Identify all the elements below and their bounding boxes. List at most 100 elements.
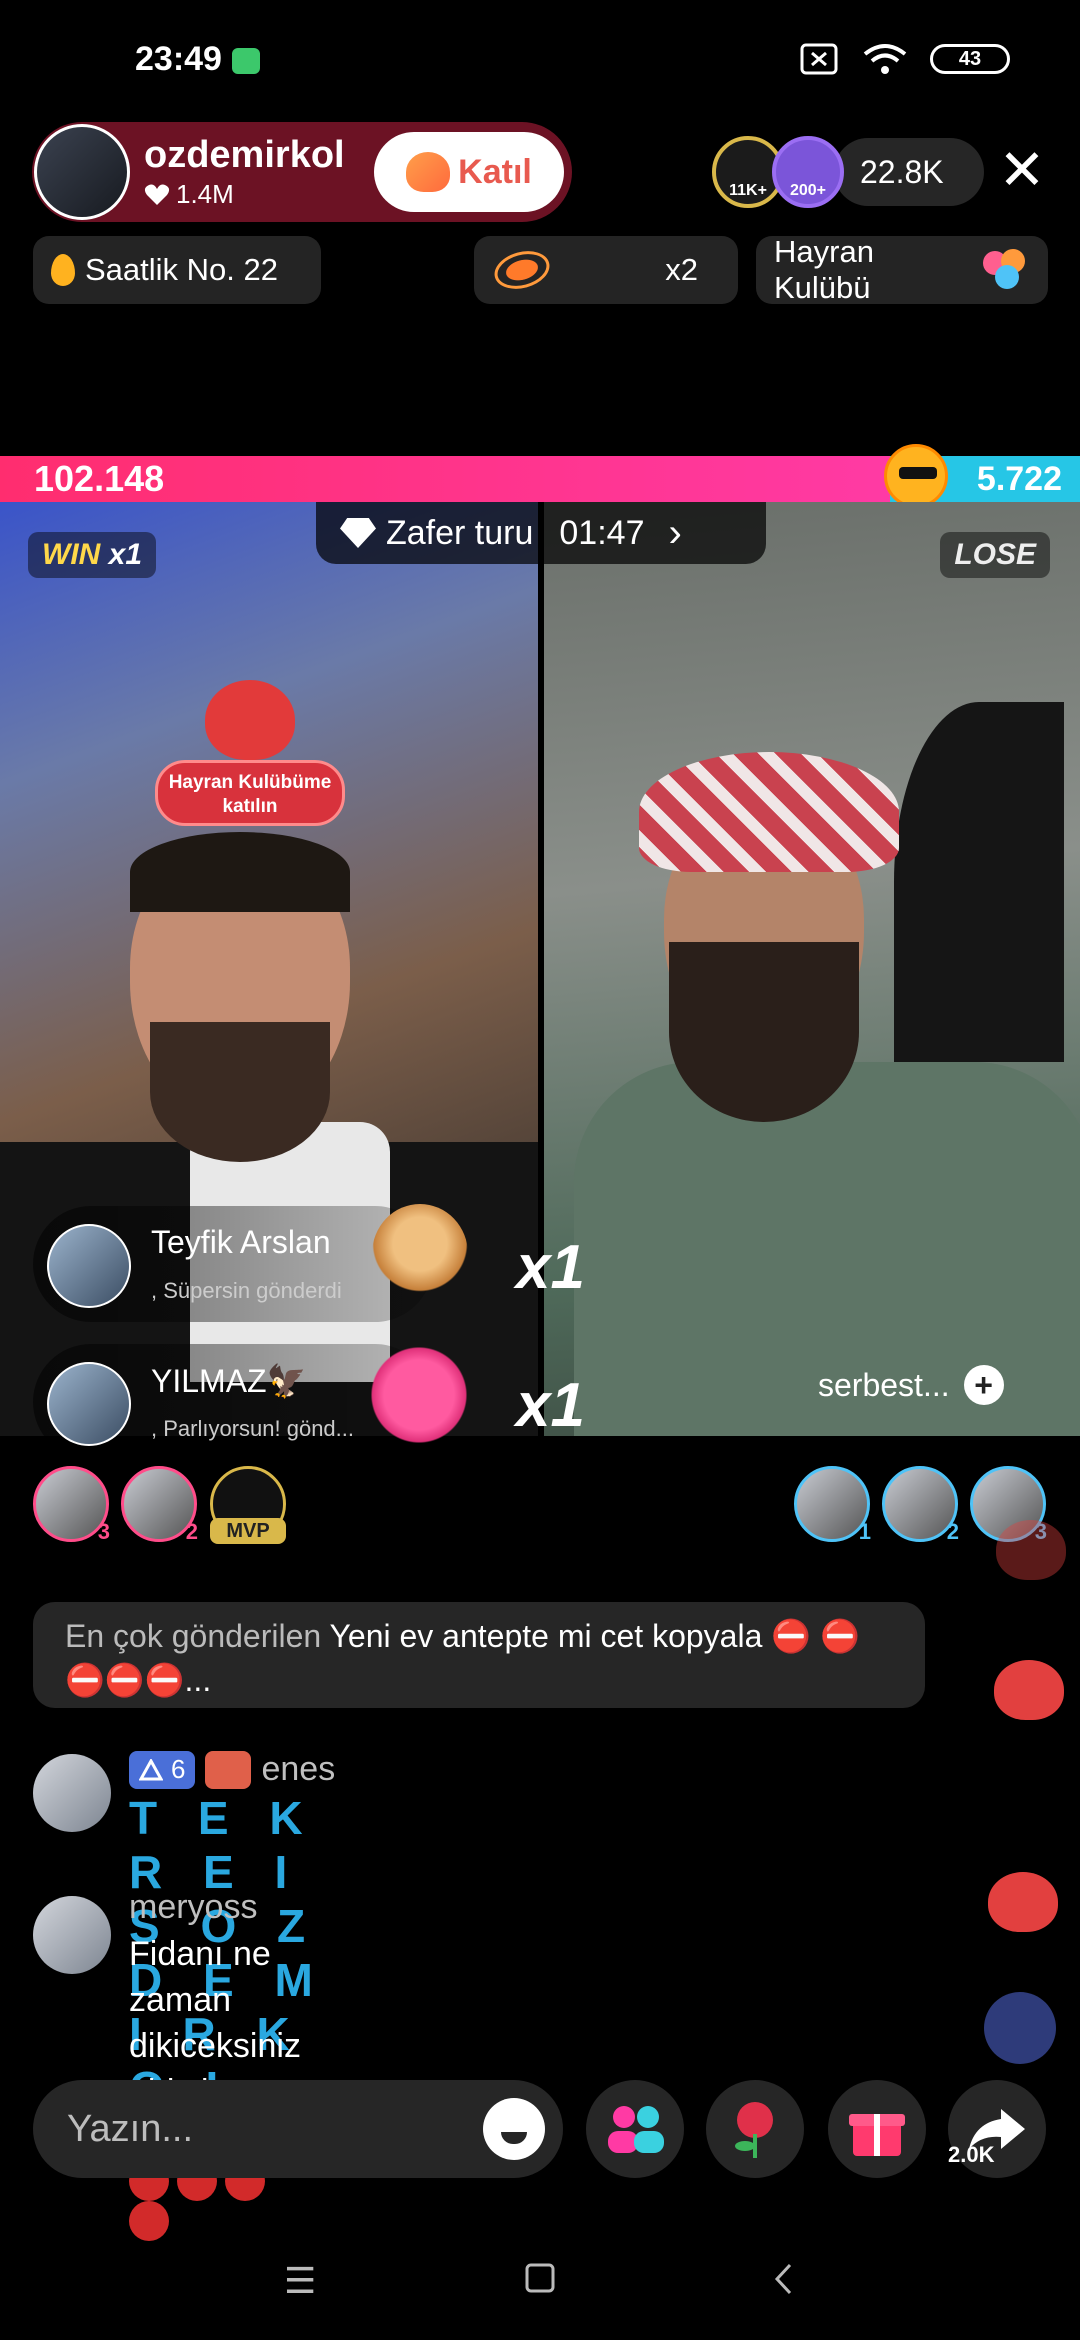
floating-heart-icon bbox=[994, 1660, 1064, 1720]
multi-guest-button[interactable] bbox=[586, 2080, 684, 2178]
gift-multiplier: x1 bbox=[516, 1371, 585, 1440]
mvp-badge: MVP bbox=[210, 1518, 286, 1544]
follow-plus-icon[interactable]: + bbox=[963, 1365, 1004, 1405]
rank-number: 1 bbox=[858, 1519, 871, 1544]
fan-club-label: Hayran Kulübü bbox=[774, 234, 874, 305]
rank-number: 2 bbox=[946, 1519, 959, 1544]
rose-icon bbox=[735, 2102, 773, 2158]
level-number: 6 bbox=[171, 1754, 186, 1784]
second-viewer-badge[interactable]: 200+ bbox=[772, 136, 844, 208]
viewer-group[interactable]: 11K+ 200+ 22.8K bbox=[712, 136, 984, 208]
fan-club-sticker-label: Hayran Kulübüme katılın bbox=[155, 760, 345, 826]
gift-sender-name: Teyfik Arslan bbox=[151, 1224, 331, 1260]
sunglasses-emoji-icon bbox=[884, 444, 948, 508]
avatar[interactable] bbox=[33, 1896, 111, 1974]
video-decor bbox=[150, 1022, 330, 1162]
comment-input-placeholder: Yazın... bbox=[67, 2108, 194, 2150]
planet-icon bbox=[490, 245, 554, 295]
comment-input[interactable]: Yazın... bbox=[33, 2080, 563, 2178]
chevron-right-icon: › bbox=[668, 510, 682, 555]
cat-gift-icon bbox=[372, 1204, 468, 1304]
host-avatar[interactable] bbox=[34, 124, 130, 220]
wifi-icon bbox=[863, 44, 907, 74]
level-badge: 6 bbox=[129, 1750, 196, 1789]
win-count: x1 bbox=[108, 538, 143, 571]
rank-number: 2 bbox=[185, 1519, 198, 1544]
viewer-count[interactable]: 22.8K bbox=[834, 138, 984, 206]
fan-heart-icon bbox=[406, 152, 451, 192]
round-timer: 01:47 bbox=[559, 513, 645, 552]
status-time: 23:49 bbox=[135, 40, 222, 78]
opponent-video-right[interactable] bbox=[544, 502, 1080, 1436]
top-viewer-badge-label: 11K+ bbox=[729, 182, 767, 199]
join-label: Katıl bbox=[458, 152, 532, 191]
opponent-gifter-avatar[interactable]: 2 bbox=[882, 1466, 959, 1544]
gift-button[interactable] bbox=[828, 2080, 926, 2178]
multiplier-chip[interactable]: x2 bbox=[474, 236, 738, 304]
pinned-prefix: En çok gönderilen bbox=[65, 1618, 322, 1654]
host-likes-count: 1.4M bbox=[176, 179, 234, 209]
floating-heart-icon bbox=[996, 1520, 1066, 1580]
flame-icon bbox=[51, 254, 75, 286]
video-decor bbox=[639, 752, 899, 872]
top-gifter-avatar[interactable]: 2 bbox=[121, 1466, 198, 1544]
floating-heart-icon bbox=[988, 1872, 1058, 1932]
win-label: WIN bbox=[42, 538, 101, 571]
gift-icon bbox=[849, 2114, 905, 2156]
host-card[interactable]: ozdemirkol 1.4M Katıl bbox=[32, 122, 572, 222]
avatar[interactable] bbox=[47, 1362, 131, 1446]
second-viewer-badge-label: 200+ bbox=[789, 182, 827, 199]
video-decor bbox=[130, 832, 350, 912]
gift-multiplier: x1 bbox=[516, 1233, 585, 1302]
multiplier-label: x2 bbox=[665, 252, 698, 287]
top-gifter-avatar[interactable]: 3 bbox=[33, 1466, 110, 1544]
video-decor bbox=[669, 942, 859, 1122]
opponent-gifter-avatar[interactable]: 1 bbox=[794, 1466, 871, 1544]
emoji-icon[interactable] bbox=[483, 2098, 545, 2160]
hourly-rank-chip[interactable]: Saatlik No. 22 bbox=[33, 236, 321, 304]
status-bar: 23:49 43 bbox=[0, 0, 1080, 120]
menu-icon[interactable]: ☰ bbox=[284, 2260, 316, 2302]
sim-off-icon bbox=[800, 43, 838, 75]
video-decor bbox=[894, 702, 1064, 1062]
battery-indicator: 43 bbox=[930, 44, 1010, 74]
rank-number: 3 bbox=[97, 1519, 110, 1544]
gift-description: , Süpersin gönderdi bbox=[151, 1278, 342, 1303]
avatar[interactable] bbox=[33, 1754, 111, 1832]
fan-club-chip[interactable]: Hayran Kulübü bbox=[756, 234, 1048, 305]
close-icon[interactable]: ✕ bbox=[994, 142, 1050, 198]
back-icon[interactable] bbox=[772, 2262, 796, 2296]
avatar[interactable] bbox=[47, 1224, 131, 1308]
comment-username: meryoss bbox=[129, 1888, 258, 1926]
round-label: Zafer turu bbox=[386, 513, 534, 552]
triangle-icon bbox=[139, 1758, 163, 1780]
gift-description: , Parlıyorsun! gönd... bbox=[151, 1416, 354, 1441]
heart-mascot-icon bbox=[205, 680, 295, 760]
battle-left-score: 102.148 bbox=[0, 456, 890, 502]
win-tag: WIN x1 bbox=[28, 532, 157, 578]
join-button[interactable]: Katıl bbox=[374, 132, 564, 212]
video-call-icon bbox=[232, 48, 260, 74]
lose-tag: LOSE bbox=[940, 532, 1050, 578]
people-icon bbox=[608, 2106, 664, 2153]
diamond-icon bbox=[340, 518, 376, 548]
round-pill[interactable]: Zafer turu 01:47 › bbox=[316, 502, 766, 564]
rose-gift-button[interactable] bbox=[706, 2080, 804, 2178]
system-nav-bar: ☰ bbox=[0, 2220, 1080, 2340]
opponent-name: serbest... bbox=[818, 1366, 950, 1403]
hourly-rank-label: Saatlik No. 22 bbox=[85, 252, 278, 287]
gift-sender-name: YILMAZ🦅 bbox=[151, 1363, 307, 1399]
fan-club-sticker[interactable]: Hayran Kulübüme katılın bbox=[155, 620, 345, 830]
opponent-name-pill[interactable]: serbest... + bbox=[818, 1354, 1004, 1416]
home-icon[interactable] bbox=[524, 2262, 556, 2294]
host-likes: 1.4M bbox=[144, 179, 345, 210]
heart-bouquet-icon bbox=[983, 249, 1026, 289]
heart-gift-icon bbox=[364, 1340, 474, 1450]
share-count: 2.0K bbox=[948, 2142, 995, 2167]
host-name: ozdemirkol bbox=[144, 134, 345, 176]
comment-username: enes bbox=[261, 1750, 336, 1788]
floating-share-icon bbox=[984, 1992, 1056, 2064]
heart-icon bbox=[144, 184, 170, 205]
pinned-message[interactable]: En çok gönderilen Yeni ev antepte mi cet… bbox=[33, 1602, 925, 1708]
status-icons: 43 bbox=[800, 42, 1010, 76]
